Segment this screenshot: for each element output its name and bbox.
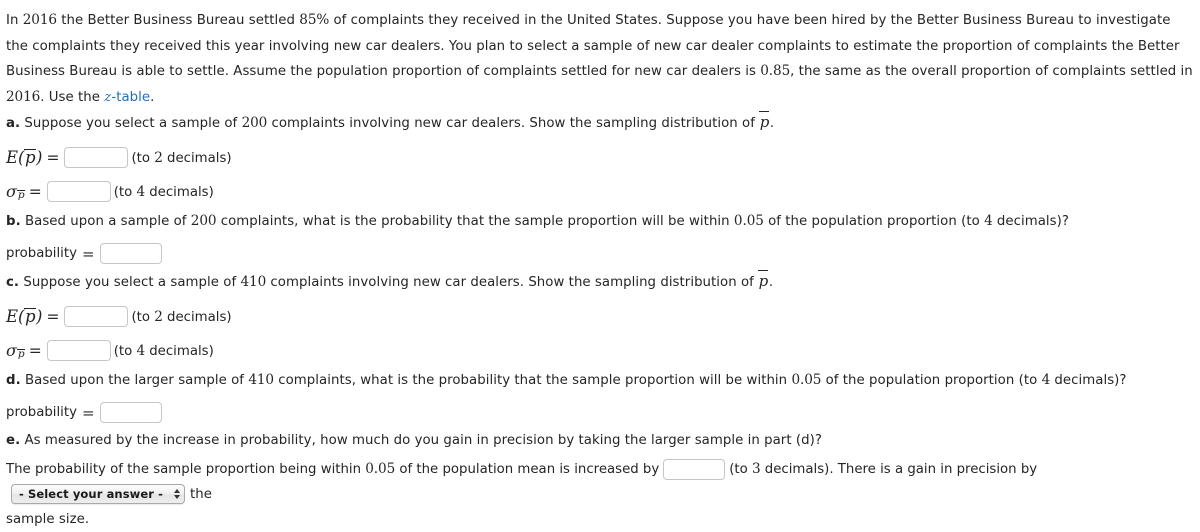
intro-text-5: . Use the [40,90,104,105]
part-a-expectation-pbar: p [24,148,36,167]
part-c-expectation-decimals: 2 [154,309,163,325]
part-a-expectation-row: E(p)= (to 2 decimals) [6,141,1194,175]
intro-text-2: the Better Business Bureau settled [57,13,299,28]
part-d-decimals: 4 [1042,372,1051,388]
part-a-sigma-hint: (to 4 decimals) [114,184,214,200]
part-c-sigma-pbar: p [17,348,25,360]
part-b-text-3: of the population proportion (to [764,214,984,229]
part-e-increase-input[interactable] [663,459,725,480]
part-c-sample-size: 410 [240,274,266,290]
part-c-sigma-input[interactable] [47,340,111,361]
part-b-within-value: 0.05 [734,213,764,229]
part-a-sigma-pbar: p [17,189,25,201]
part-c-sigma-hint: (to 4 decimals) [114,343,214,359]
part-a-label: a. [6,116,20,131]
question-page: In 2016 the Better Business Bureau settl… [0,0,1200,532]
part-b-text-1: Based upon a sample of [21,214,191,229]
part-d-text-1: Based upon the larger sample of [21,373,249,388]
part-d-question: d. Based upon the larger sample of 410 c… [6,368,1194,394]
part-c-sigma-label: σp= [6,341,47,360]
part-c-expectation-hint: (to 2 decimals) [131,309,231,325]
part-e-within-value: 0.05 [365,461,395,477]
part-b-text-4: decimals)? [993,214,1069,229]
part-a-expectation-input[interactable] [64,147,128,168]
part-e-final-text-1: The probability of the sample proportion… [6,457,659,482]
part-d-probability-input[interactable] [100,402,162,423]
part-b-equals-sign: = [82,245,95,263]
select-your-answer-value: - Select your answer - [19,482,163,507]
intro-percent: 85% [299,12,329,28]
part-c-expectation-input[interactable] [64,306,128,327]
part-b-probability-label: probability [6,246,77,261]
part-c-text-after: complaints involving new car dealers. Sh… [266,275,758,290]
z-table-link-text: -table [111,90,150,105]
part-e-answer-row: The probability of the sample proportion… [6,457,1194,507]
part-a-text-after: complaints involving new car dealers. Sh… [267,116,759,131]
part-e-question: e. As measured by the increase in probab… [6,428,1194,454]
part-a-expectation-hint: (to 2 decimals) [131,150,231,166]
part-c-sigma-row: σp= (to 4 decimals) [6,334,1194,368]
part-a-sample-size: 200 [242,115,268,131]
intro-year-2016: 2016 [23,12,57,28]
part-b-probability-row: probability = [6,238,1194,269]
part-d-sample-size: 410 [248,372,274,388]
part-d-probability-label: probability [6,405,77,420]
chevron-updown-icon [174,489,180,499]
part-a-text-end: . [770,116,774,131]
part-d-equals-sign: = [82,404,95,422]
part-c-sigma-decimals: 4 [136,343,145,359]
part-a-sigma-row: σp= (to 4 decimals) [6,175,1194,209]
part-c-question: c. Suppose you select a sample of 410 co… [6,269,1194,296]
part-b-sample-size: 200 [191,213,217,229]
part-a-sigma-label: σp= [6,182,47,201]
intro-text-1: In [6,13,23,28]
part-d-text-2: complaints, what is the probability that… [274,373,791,388]
part-d-within-value: 0.05 [791,372,821,388]
part-a-pbar-symbol: p [759,113,770,131]
part-d-label: d. [6,373,21,388]
select-your-answer-dropdown[interactable]: - Select your answer - [11,484,185,504]
part-d-text-4: decimals)? [1050,373,1126,388]
part-a-sigma-decimals: 4 [136,184,145,200]
part-e-label: e. [6,433,20,448]
part-c-expectation-row: E(p)= (to 2 decimals) [6,300,1194,334]
part-a-expectation-label: E(p)= [6,148,64,167]
part-b-label: b. [6,214,21,229]
part-a-text-before: Suppose you select a sample of [20,116,241,131]
intro-year-2016-second: 2016 [6,89,40,105]
part-c-text-end: . [769,275,773,290]
z-table-link[interactable]: z-table [104,90,150,105]
part-b-decimals: 4 [984,213,993,229]
part-c-expectation-label: E(p)= [6,307,64,326]
part-b-question: b. Based upon a sample of 200 complaints… [6,209,1194,235]
part-e-final-text-2: (to 3 decimals). There is a gain in prec… [729,457,1037,482]
part-d-text-3: of the population proportion (to [821,373,1041,388]
part-b-text-2: complaints, what is the probability that… [216,214,733,229]
part-a-sigma-input[interactable] [47,181,111,202]
intro-paragraph: In 2016 the Better Business Bureau settl… [6,8,1194,110]
part-d-probability-row: probability = [6,397,1194,428]
part-c-text-before: Suppose you select a sample of [19,275,240,290]
part-e-final-text-3: the [190,482,212,507]
part-b-probability-input[interactable] [100,243,162,264]
part-a-expectation-decimals: 2 [154,150,163,166]
part-a-question: a. Suppose you select a sample of 200 co… [6,110,1194,137]
part-c-pbar-symbol: p [758,272,769,290]
part-e-decimals: 3 [752,461,761,477]
intro-text-6: . [150,90,154,105]
part-e-final-text-4: sample size. [6,507,1194,532]
part-c-label: c. [6,275,19,290]
part-c-expectation-pbar: p [24,307,36,326]
intro-text-4: , the same as the overall proportion of … [790,64,1193,79]
part-e-text: As measured by the increase in probabili… [20,433,822,448]
intro-population-proportion: 0.85 [760,63,790,79]
